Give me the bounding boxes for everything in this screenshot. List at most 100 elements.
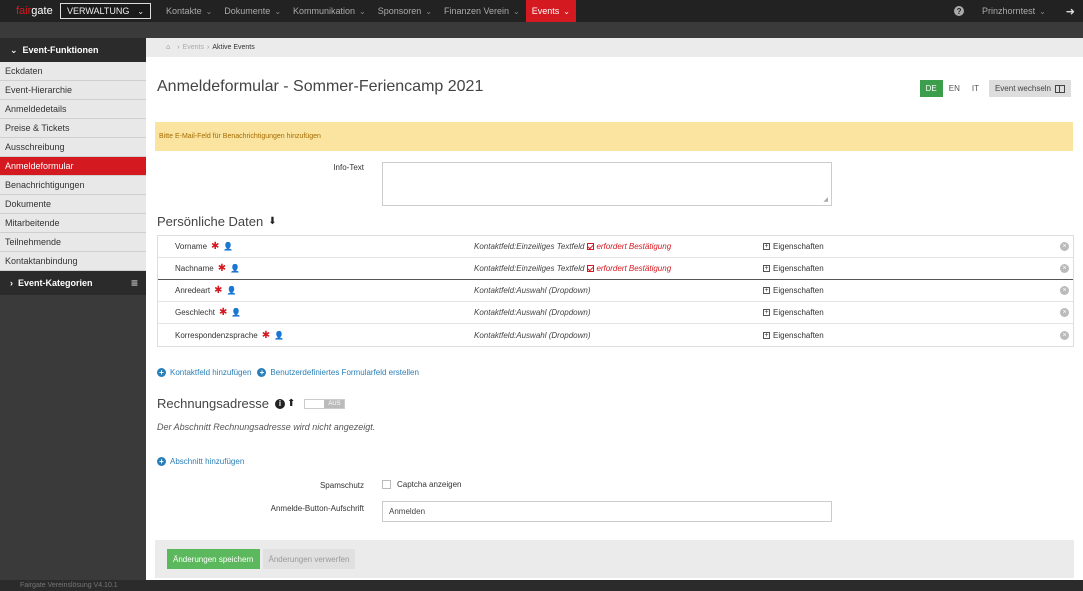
button-caption-label: Anmelde-Button-Aufschrift [270,504,364,513]
info-text-label: Info-Text [333,163,364,172]
plus-square-icon: + [763,287,770,294]
chevron-down-icon: ⌄ [274,6,282,16]
breadcrumb-separator: › [177,44,180,51]
add-field-links: + Kontaktfeld hinzufügen + Benutzerdefin… [157,368,425,377]
event-switch-button[interactable]: Event wechseln [988,80,1071,97]
breadcrumb-link-events[interactable]: Events [183,44,204,51]
field-row[interactable]: Nachname ✱ 👤 Kontaktfeld:Einzeiliges Textf… [158,258,1073,280]
top-navbar: fairgate VERWALTUNG ⌄ Kontakte ⌄ Dokument… [0,0,1083,22]
properties-toggle[interactable]: + Eigenschaften [763,331,824,340]
user-menu[interactable]: Prinzhorntest ⌄ [976,0,1052,22]
chevron-right-icon: › [10,278,13,288]
sidebar-item-event-hierarchie[interactable]: Event-Hierarchie [0,81,146,100]
sidebar-item-teilnehmende[interactable]: Teilnehmende [0,233,146,252]
nav-kommunikation[interactable]: Kommunikation ⌄ [287,0,372,22]
toggle-knob [305,399,325,408]
info-text-field[interactable]: ◢ [382,162,832,206]
top-right-area: ? Prinzhorntest ⌄ ➜ [954,0,1083,22]
save-button[interactable]: Änderungen speichern [167,549,260,569]
spam-label: Spamschutz [319,481,364,490]
properties-toggle[interactable]: + Eigenschaften [763,242,824,251]
arrow-down-icon[interactable]: ⬇ [268,216,276,227]
person-icon: 👤 [226,286,237,295]
menu-icon[interactable]: ≡ [131,276,138,290]
plus-circle-icon: + [257,368,267,377]
checkbox-checked-icon [587,243,595,250]
plus-circle-icon: + [157,368,166,377]
properties-toggle[interactable]: + Eigenschaften [763,264,824,273]
sidebar-item-dokumente[interactable]: Dokumente [0,195,146,214]
sidebar-item-kontaktanbindung[interactable]: Kontaktanbindung [0,252,146,271]
field-row[interactable]: Vorname ✱ 👤 Kontaktfeld:Einzeiliges Textfe… [158,236,1073,258]
sidebar-item-anmeldeformular[interactable]: Anmeldeformular [0,157,146,176]
chevron-down-icon: ⌄ [10,44,18,55]
field-row[interactable]: Geschlecht ✱ 👤 Kontaktfeld:Auswahl (Dropdo… [158,302,1073,324]
help-icon[interactable]: ? [954,6,965,16]
sidebar: ⌄ Event-Funktionen Eckdaten Event-Hierar… [0,38,146,295]
page-title: Anmeldeformular - Sommer-Feriencamp 2021 [157,78,484,95]
chevron-down-icon: ⌄ [359,6,366,16]
chevron-down-icon: ⌄ [1039,6,1046,16]
lang-de-button[interactable]: DE [919,80,943,97]
sidebar-item-benachrichtigungen[interactable]: Benachrichtigungen [0,176,146,195]
person-icon: 👤 [223,242,234,251]
columns-icon [1055,84,1065,93]
form-actions: Änderungen speichern Änderungen verwerfe… [155,540,1074,578]
plus-square-icon: + [763,265,770,272]
sidebar-section-event-kategorien[interactable]: › Event-Kategorien ≡ [0,271,146,295]
logout-icon[interactable]: ➜ [1066,5,1075,18]
language-switcher: DE EN IT Event wechseln [919,80,1071,97]
brand-logo[interactable]: fairgate [0,5,60,17]
captcha-checkbox[interactable]: Captcha anzeigen [382,480,462,489]
add-contact-field-link[interactable]: Kontaktfeld hinzufügen [170,368,251,377]
billing-toggle[interactable]: AUS [304,398,346,409]
nav-dokumente[interactable]: Dokumente ⌄ [218,0,287,22]
nav-sponsoren[interactable]: Sponsoren ⌄ [372,0,438,22]
home-icon[interactable]: ⌂ [166,44,170,51]
discard-button[interactable]: Änderungen verwerfen [262,549,356,569]
remove-circle-icon[interactable]: × [1060,286,1069,295]
chevron-down-icon: ⌄ [563,6,570,16]
properties-toggle[interactable]: + Eigenschaften [763,286,824,295]
plus-square-icon: + [763,309,770,316]
field-row[interactable]: Anredeart ✱ 👤 Kontaktfeld:Auswahl (Dropdow… [158,280,1073,302]
checkbox[interactable] [382,480,391,489]
mode-select[interactable]: VERWALTUNG ⌄ [60,3,152,19]
add-custom-field-link[interactable]: Benutzerdefiniertes Formularfeld erstell… [270,368,419,377]
sidebar-item-eckdaten[interactable]: Eckdaten [0,62,146,81]
sidebar-item-anmeldedetails[interactable]: Anmeldedetails [0,100,146,119]
status-bar: Fairgate Vereinslösung V4.10.1 [0,580,1083,591]
remove-circle-icon[interactable]: × [1060,330,1069,340]
remove-circle-icon[interactable]: × [1060,308,1069,317]
nav-finanzen-verein[interactable]: Finanzen Verein ⌄ [438,0,526,22]
field-row[interactable]: Korrespondenzsprache ✱ 👤 Kontaktfeld:Auswa… [158,324,1073,346]
required-asterisk-icon: ✱ [214,285,223,296]
button-caption-input[interactable]: Anmelden [382,501,832,522]
chevron-down-icon: ⌄ [205,6,213,16]
plus-square-icon: + [763,331,770,339]
remove-circle-icon[interactable]: × [1060,264,1069,273]
arrow-up-icon[interactable]: ⬆ [287,398,295,409]
personal-fields-table: Vorname ✱ 👤 Kontaktfeld:Einzeiliges Textfe… [157,235,1074,347]
properties-toggle[interactable]: + Eigenschaften [763,308,824,317]
lang-it-button[interactable]: IT [965,80,985,97]
info-icon[interactable]: i [275,398,286,409]
sidebar-item-preise-tickets[interactable]: Preise & Tickets [0,119,146,138]
sidebar-section-event-funktionen[interactable]: ⌄ Event-Funktionen [0,38,146,62]
nav-kontakte[interactable]: Kontakte ⌄ [160,0,218,22]
sidebar-item-ausschreibung[interactable]: Ausschreibung [0,138,146,157]
toggle-off-label: AUS [324,399,345,408]
billing-address-heading: Rechnungsadresse i ⬆ AUS [157,396,346,411]
sidebar-item-mitarbeitende[interactable]: Mitarbeitende [0,214,146,233]
nav-events[interactable]: Events ⌄ [525,0,576,22]
remove-circle-icon[interactable]: × [1060,242,1069,251]
warning-alert: Bitte E-Mail-Feld für Benachrichtigungen… [155,122,1073,151]
mode-select-label: VERWALTUNG [67,6,130,16]
resize-grip-icon[interactable]: ◢ [823,196,828,203]
lang-en-button[interactable]: EN [942,80,966,97]
plus-square-icon: + [763,243,770,250]
checkbox-checked-icon [587,265,595,272]
person-icon: 👤 [230,264,241,273]
breadcrumb-separator: › [206,44,210,51]
add-section-link[interactable]: + Abschnitt hinzufügen [157,457,244,466]
